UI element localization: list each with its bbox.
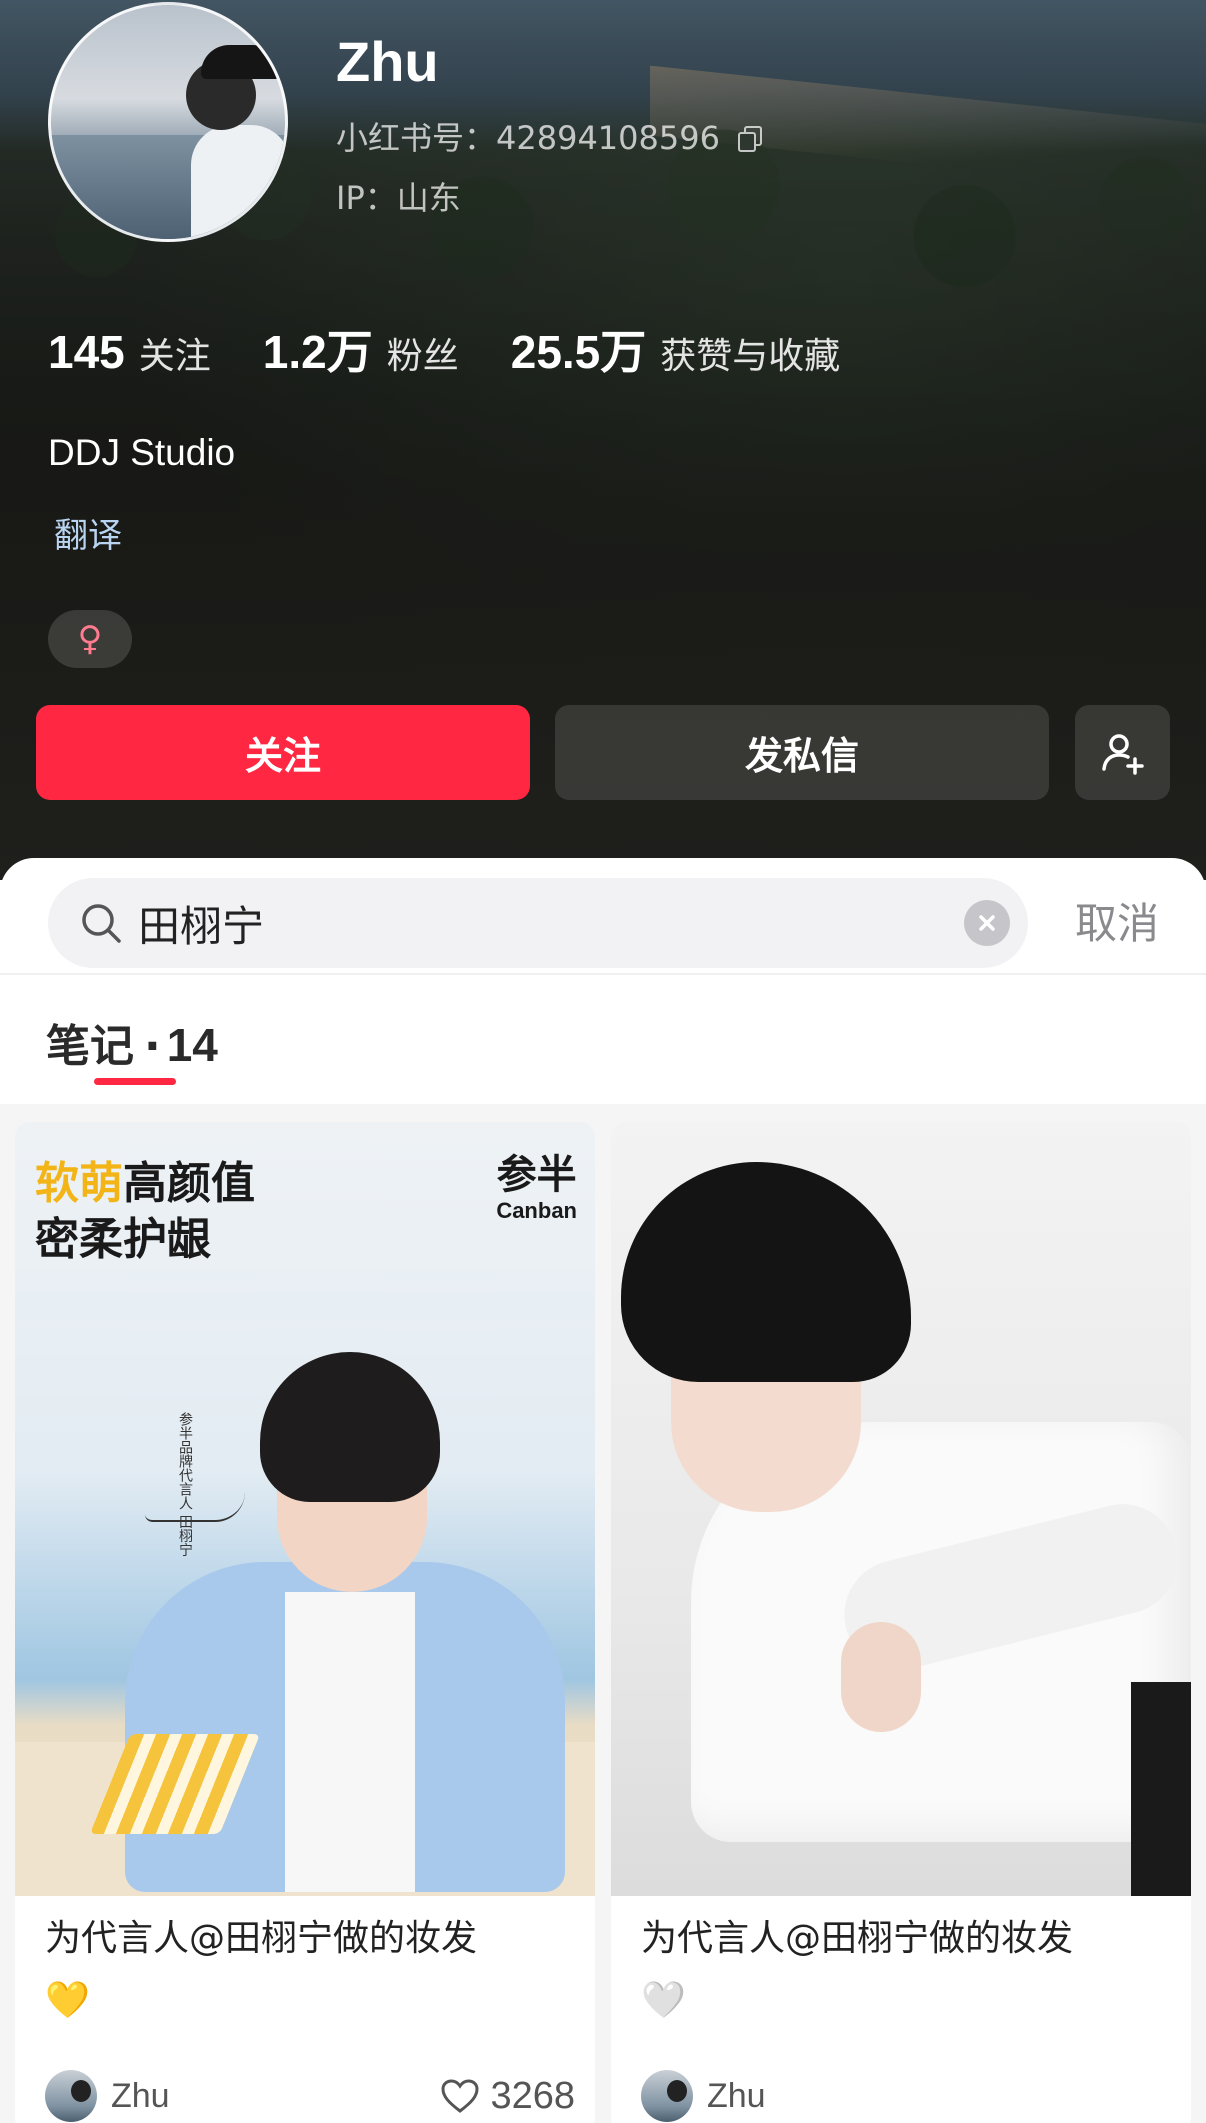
stat-label: 关注 (138, 336, 211, 377)
white-heart-emoji: 🤍 (641, 1980, 686, 2021)
stat-following[interactable]: 145 关注 (48, 325, 211, 379)
tab-active-indicator (94, 1078, 176, 1085)
divider (0, 973, 1206, 975)
profile-name: Zhu (336, 30, 439, 93)
note-card[interactable]: 为代言人@田栩宁做的妆发 🤍 Zhu (611, 1122, 1191, 2123)
like-button[interactable]: 3268 (440, 2075, 575, 2118)
search-icon (82, 904, 121, 943)
search-input[interactable] (138, 898, 918, 948)
profile-stats: 145 关注 1.2万 粉丝 25.5万 获赞与收藏 (48, 316, 892, 382)
brand-logo: 参半 Canban (496, 1152, 577, 1223)
note-title: 为代言人@田栩宁做的妆发 🤍 (641, 1918, 1074, 2021)
heart-icon (441, 2079, 479, 2113)
cancel-button[interactable]: 取消 (1075, 898, 1159, 950)
stat-label: 粉丝 (386, 336, 459, 377)
tab-separator: · (144, 1021, 161, 1072)
copy-icon[interactable] (737, 126, 762, 152)
author-name[interactable]: Zhu (707, 2077, 766, 2116)
clear-icon (979, 915, 995, 931)
note-title: 为代言人@田栩宁做的妆发 💛 (45, 1918, 478, 2021)
signature (145, 1492, 245, 1522)
translate-link[interactable]: 翻译 (54, 514, 122, 558)
note-cover-image[interactable] (611, 1122, 1191, 1896)
ip-location: IP：山东 (336, 179, 461, 217)
stat-label: 获赞与收藏 (660, 336, 841, 377)
author-avatar[interactable] (45, 2070, 97, 2122)
ad-caption: 参半品牌代言人 田栩宁 (177, 1412, 193, 1557)
tab-notes[interactable]: 笔记 · 14 (46, 1010, 218, 1074)
bio: DDJ Studio (48, 432, 236, 473)
yellow-heart-emoji: 💛 (45, 1980, 90, 2021)
gender-female-icon: ♀ (48, 610, 132, 668)
note-card[interactable]: 软萌高颜值 密柔护龈 参半 Canban 参半品牌代言人 田栩宁 为代言人@田栩… (15, 1122, 595, 2123)
tab-notes-count: 14 (166, 1019, 218, 1071)
search-bar[interactable] (48, 878, 1028, 968)
avatar[interactable] (48, 2, 288, 242)
stat-followers[interactable]: 1.2万 粉丝 (263, 316, 459, 382)
red-id-text: 小红书号：42894108596 (336, 119, 720, 157)
add-user-icon (1101, 733, 1144, 775)
stat-number: 1.2万 (262, 326, 373, 378)
profile-header: Zhu 小红书号：42894108596 IP：山东 145 关注 1.2万 粉… (0, 0, 1206, 880)
note-cover-image[interactable]: 软萌高颜值 密柔护龈 参半 Canban 参半品牌代言人 田栩宁 (15, 1122, 595, 1896)
ad-headline: 软萌高颜值 密柔护龈 (35, 1158, 255, 1265)
stat-number: 145 (48, 326, 125, 378)
add-user-button[interactable] (1075, 705, 1170, 800)
clear-search-button[interactable] (964, 900, 1010, 946)
note-meta: Zhu (641, 2068, 1171, 2123)
tab-notes-label: 笔记 (46, 1021, 134, 1072)
stat-number: 25.5万 (510, 326, 647, 378)
note-meta: Zhu 3268 (45, 2068, 575, 2123)
follow-button[interactable]: 关注 (36, 705, 530, 800)
message-button[interactable]: 发私信 (555, 705, 1049, 800)
author-name[interactable]: Zhu (111, 2077, 170, 2116)
stat-likes-collects[interactable]: 25.5万 获赞与收藏 (511, 316, 841, 382)
search-results-sheet: 取消 笔记 · 14 软萌高颜值 密柔护龈 参半 Canban 参半品牌代言人 … (0, 858, 1206, 2123)
red-id[interactable]: 小红书号：42894108596 (336, 118, 762, 158)
like-count: 3268 (490, 2074, 575, 2117)
author-avatar[interactable] (641, 2070, 693, 2122)
